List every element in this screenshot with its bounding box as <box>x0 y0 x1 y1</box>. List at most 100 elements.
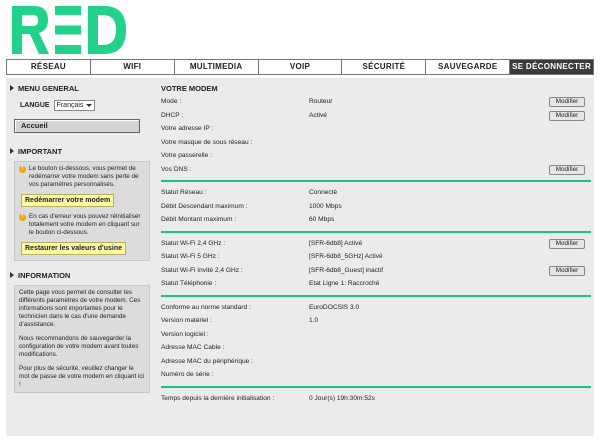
reset-text: En cas d'erreur vous pouvez réinitialise… <box>29 213 141 236</box>
info-row: Adresse MAC du périphérique : <box>157 355 593 369</box>
info-row: Mode : Routeur Modifier <box>157 95 593 109</box>
language-value: Français <box>56 102 84 109</box>
tab-voip[interactable]: VOIP <box>258 60 343 74</box>
info-label: Statut Wi-Fi 2,4 GHz : <box>161 239 226 247</box>
section-divider <box>161 385 591 388</box>
info-value: [SFR-6db8_5GHz] Activé <box>309 253 383 260</box>
warning-icon: ! <box>19 166 26 173</box>
info-label: Débit Montant maximum : <box>161 216 237 223</box>
info-row: Version matériel : 1.0 <box>157 314 593 328</box>
info-row: Statut Wi-Fi 2,4 GHz : [SFR-6db8] Activé M… <box>157 237 593 251</box>
language-row: LANGUE Français <box>20 100 154 111</box>
arrow-right-icon <box>10 85 14 91</box>
logout-button[interactable]: SE DÉCONNECTER <box>510 60 594 74</box>
warning-icon: ! <box>19 214 26 221</box>
info-label: Statut Réseau : <box>161 189 207 196</box>
important-heading: IMPORTANT <box>10 145 154 157</box>
restart-box: ! Le bouton ci-dessous, vous permet de r… <box>14 161 150 261</box>
tab-wifi[interactable]: WIFI <box>90 60 175 74</box>
info-value: Activé <box>309 111 327 119</box>
arrow-right-icon <box>10 272 14 278</box>
tab-reseau[interactable]: RÉSEAU <box>7 60 91 74</box>
info-label: Vos DNS : <box>161 165 192 173</box>
modify-button[interactable]: Modifier <box>549 238 585 249</box>
info-row: Débit Descendant maximum : 1000 Mbps <box>157 200 593 214</box>
restart-modem-button[interactable]: Redémarrer votre modem <box>21 194 115 207</box>
info-row: Votre passerelle : <box>157 149 593 163</box>
language-label: LANGUE <box>20 102 50 109</box>
information-heading: INFORMATION <box>10 269 154 281</box>
info-row: Votre adresse IP : <box>157 122 593 136</box>
important-title: IMPORTANT <box>18 146 63 156</box>
info-value: 60 Mbps <box>309 216 335 223</box>
info-label: Statut Wi-Fi 5 GHz : <box>161 253 220 260</box>
info-row: DHCP : Activé Modifier <box>157 109 593 123</box>
info-label: Version logiciel : <box>161 330 209 338</box>
info-value: Routeur <box>309 98 333 105</box>
info-label: Votre passerelle : <box>161 152 212 159</box>
info-value: Etat Ligne 1: Raccroché <box>309 280 380 287</box>
info-row: Version logiciel : <box>157 328 593 342</box>
info-label: Numéro de série : <box>161 371 214 378</box>
info-label: Votre adresse IP : <box>161 125 214 132</box>
change-password-link[interactable]: Pour plus de sécurité, veuillez changer … <box>19 365 145 389</box>
info-value: 1000 Mbps <box>309 202 342 210</box>
modify-button[interactable]: Modifier <box>549 97 585 107</box>
section-divider <box>161 230 591 233</box>
info-paragraph: Nous recommandons de sauvegarder la conf… <box>19 335 139 358</box>
menu-general-title: MENU GENERAL <box>18 83 79 93</box>
info-value: 1.0 <box>309 317 319 324</box>
red-logo <box>12 6 126 54</box>
information-title: INFORMATION <box>18 270 71 280</box>
section-divider <box>161 294 591 297</box>
info-value: [SFR-6db8_Guest] inactif <box>309 266 384 274</box>
page-title: VOTRE MODEM <box>161 84 218 93</box>
info-label: Temps depuis la dernière initialisation … <box>161 394 275 402</box>
info-label: DHCP : <box>161 111 184 119</box>
info-label: Adresse MAC Cable : <box>161 344 225 351</box>
info-label: Débit Descendant maximum : <box>161 202 248 210</box>
logo-letter-d <box>88 6 126 54</box>
info-value: [SFR-6db8] Activé <box>309 239 363 247</box>
info-label: Statut Téléphonie : <box>161 280 217 287</box>
logo-letter-r <box>12 6 49 54</box>
info-row: Conforme au norme standard : EuroDOCSIS 3… <box>157 301 593 315</box>
info-row: Votre masque de sous réseau : <box>157 136 593 150</box>
info-label: Votre masque de sous réseau : <box>161 138 253 146</box>
info-value: EuroDOCSIS 3.0 <box>309 303 360 311</box>
info-row: Débit Montant maximum : 60 Mbps <box>157 213 593 227</box>
tab-sauvegarde[interactable]: SAUVEGARDE <box>426 60 511 74</box>
info-row: Statut Réseau : Connecté <box>157 186 593 200</box>
logo-letter-e-top <box>55 6 81 15</box>
info-value: Connecté <box>309 189 338 196</box>
modem-info-groups: Mode : Routeur Modifier DHCP : Activé Modifie… <box>157 95 593 405</box>
language-select[interactable]: Français <box>53 100 96 111</box>
information-box: Cette page vous permet de consulter les … <box>14 285 150 393</box>
home-button[interactable]: Accueil <box>14 119 140 133</box>
modify-button[interactable]: Modifier <box>549 164 585 175</box>
info-label: Adresse MAC du périphérique : <box>161 357 253 365</box>
info-value: 0 Jour(s) 19h:30m:52s <box>309 394 375 402</box>
info-label: Version matériel : <box>161 317 212 324</box>
info-row: Vos DNS : Modifier <box>157 163 593 177</box>
logo-letter-e-bot <box>55 45 81 54</box>
info-row: Adresse MAC Cable : <box>157 341 593 355</box>
tab-multimedia[interactable]: MULTIMEDIA <box>174 60 259 74</box>
factory-reset-button[interactable]: Restaurer les valeurs d'usine <box>21 242 126 255</box>
tab-securite[interactable]: SÉCURITÉ <box>342 60 427 74</box>
restart-text: Le bouton ci-dessous, vous permet de red… <box>29 165 139 188</box>
logo-letter-e-mid <box>55 25 81 35</box>
info-paragraph: Cette page vous permet de consulter les … <box>19 289 141 328</box>
modify-button[interactable]: Modifier <box>549 265 585 276</box>
arrow-right-icon <box>10 148 14 154</box>
menu-general-heading: MENU GENERAL <box>10 82 154 94</box>
info-row: Temps depuis la dernière initialisation … <box>157 392 593 406</box>
info-row: Statut Wi-Fi Invité 2,4 GHz : [SFR-6db8_G… <box>157 264 593 278</box>
chevron-down-icon <box>86 104 93 107</box>
info-row: Statut Wi-Fi 5 GHz : [SFR-6db8_5GHz] Acti… <box>157 250 593 264</box>
info-label: Mode : <box>161 98 182 105</box>
info-label: Statut Wi-Fi Invité 2,4 GHz : <box>161 266 243 274</box>
main-nav: RÉSEAU WIFI MULTIMEDIA VOIP SÉCURITÉ SAU… <box>6 59 594 75</box>
modify-button[interactable]: Modifier <box>549 110 585 121</box>
modem-panel: VOTRE MODEM Mode : Routeur Modifier DHCP : A… <box>157 78 593 405</box>
